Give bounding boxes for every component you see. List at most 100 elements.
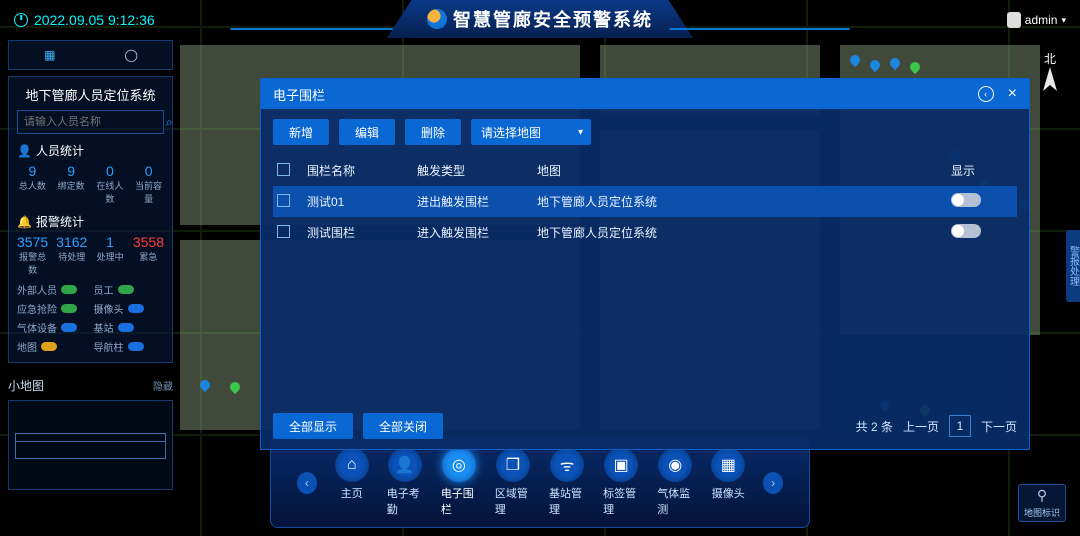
stat-item: 1处理中	[95, 234, 125, 276]
bell-icon: 🔔	[17, 215, 32, 229]
stat-item: 3558累急	[133, 234, 164, 276]
sidebar-tab-grid[interactable]: ▦	[9, 41, 91, 69]
stat-item: 0当前容量	[133, 163, 164, 205]
modal-header: 电子围栏 ‹ ×	[261, 79, 1029, 109]
stat-item: 3575报警总数	[17, 234, 48, 276]
title-wing-right	[660, 28, 850, 46]
show-toggle[interactable]	[951, 193, 981, 207]
table-row[interactable]: 测试01进出触发围栏地下管廊人员定位系统	[273, 186, 1017, 217]
timestamp: 2022.09.05 9:12:36	[14, 12, 155, 28]
sidebar-tab-user[interactable]: ◯	[91, 41, 173, 69]
camera-icon: ▦	[711, 448, 745, 482]
dock-item-label: 摄像头	[712, 485, 745, 501]
alarm-legend: 外部人员员工应急抢险摄像头气体设备基站地图导航柱	[17, 282, 164, 354]
dock-item-layers[interactable]: ❒区域管理	[495, 448, 531, 517]
chevron-down-icon: ▾	[1061, 15, 1066, 26]
compass-label: 北	[1040, 50, 1060, 67]
dock-item-gas[interactable]: ◉气体监测	[657, 448, 693, 517]
sidebar-panel: 地下管廊人员定位系统 ⌕ 👤人员统计 9总人数9绑定数0在线人数0当前容量 🔔报…	[8, 76, 173, 363]
stat-item: 9总人数	[17, 163, 48, 205]
dock-prev-button[interactable]: ‹	[297, 472, 317, 494]
tag-icon: ▣	[604, 448, 638, 482]
sidebar-tabs: ▦ ◯	[8, 40, 173, 70]
pager-next[interactable]: 下一页	[981, 418, 1017, 435]
cell-trigger: 进出触发围栏	[413, 186, 533, 217]
row-checkbox[interactable]	[277, 194, 290, 207]
search-icon[interactable]: ⌕	[166, 115, 173, 130]
checkbox-all[interactable]	[277, 163, 290, 176]
compass-arrow-icon	[1040, 67, 1060, 99]
user-menu[interactable]: admin ▾	[1007, 12, 1066, 28]
cell-name: 测试围栏	[303, 217, 413, 248]
col-trigger: 触发类型	[413, 155, 533, 186]
map-pin[interactable]	[908, 60, 922, 74]
minimap[interactable]	[8, 400, 173, 490]
legend-dot	[118, 323, 134, 332]
delete-button[interactable]: 删除	[405, 119, 461, 145]
minimap-hide-button[interactable]: 隐藏	[153, 378, 173, 393]
show-all-button[interactable]: 全部显示	[273, 413, 353, 439]
col-map: 地图	[533, 155, 947, 186]
legend-item: 基站	[94, 320, 165, 335]
row-checkbox[interactable]	[277, 225, 290, 238]
legend-dot	[61, 323, 77, 332]
dock-item-label: 主页	[341, 485, 363, 501]
fence-modal: 电子围栏 ‹ × 新增 编辑 删除 请选择地图 围栏名称 触发类型 地图 显示 …	[260, 78, 1030, 450]
legend-item: 员工	[94, 282, 165, 297]
col-show: 显示	[947, 155, 1017, 186]
dock-item-label: 气体监测	[657, 485, 693, 517]
dock-next-button[interactable]: ›	[763, 472, 783, 494]
table-row[interactable]: 测试围栏进入触发围栏地下管廊人员定位系统	[273, 217, 1017, 248]
dock-item-camera[interactable]: ▦ 摄像头	[711, 448, 745, 517]
alert-side-tab[interactable]: 警报处理	[1066, 230, 1080, 302]
legend-item: 摄像头	[94, 301, 165, 316]
legend-item: 气体设备	[17, 320, 88, 335]
map-select[interactable]: 请选择地图	[471, 119, 591, 145]
home-icon: ⌂	[335, 448, 369, 482]
map-pin[interactable]	[888, 56, 902, 70]
dock-item-label: 标签管理	[603, 485, 639, 517]
search-input[interactable]	[24, 116, 166, 128]
target-icon: ◎	[442, 448, 476, 482]
dock-item-home[interactable]: ⌂ 主页	[335, 448, 369, 517]
app-logo-icon	[427, 9, 447, 29]
dock-item-label: 区域管理	[495, 485, 531, 517]
person-icon: 👤	[17, 144, 32, 158]
map-legend-button[interactable]: ⚲ 地图标识	[1018, 484, 1066, 522]
legend-dot	[41, 342, 57, 351]
sidebar-title: 地下管廊人员定位系统	[17, 85, 164, 104]
map-pin[interactable]	[848, 53, 862, 67]
show-toggle[interactable]	[951, 224, 981, 238]
personnel-header: 👤人员统计	[17, 142, 164, 159]
dock-item-tag[interactable]: ▣标签管理	[603, 448, 639, 517]
dock-item-antenna[interactable]: ᯤ基站管理	[549, 448, 585, 517]
map-select-placeholder: 请选择地图	[481, 124, 541, 141]
fence-table: 围栏名称 触发类型 地图 显示 测试01进出触发围栏地下管廊人员定位系统测试围栏…	[261, 155, 1029, 403]
close-all-button[interactable]: 全部关闭	[363, 413, 443, 439]
top-bar: 2022.09.05 9:12:36 智慧管廊安全预警系统 admin ▾	[0, 0, 1080, 40]
antenna-icon: ᯤ	[550, 448, 584, 482]
new-button[interactable]: 新增	[273, 119, 329, 145]
search-box[interactable]: ⌕	[17, 110, 164, 134]
pin-icon: ⚲	[1037, 487, 1047, 504]
legend-dot	[128, 304, 144, 313]
pager-page[interactable]: 1	[949, 415, 971, 437]
legend-item: 应急抢险	[17, 301, 88, 316]
map-pin[interactable]	[198, 378, 212, 392]
close-icon[interactable]: ×	[1008, 85, 1017, 103]
map-pin[interactable]	[228, 380, 242, 394]
user-icon: ◯	[125, 48, 138, 62]
back-icon[interactable]: ‹	[978, 86, 994, 102]
modal-toolbar: 新增 编辑 删除 请选择地图	[261, 109, 1029, 155]
app-title-plate: 智慧管廊安全预警系统	[387, 0, 693, 38]
personnel-stats: 9总人数9绑定数0在线人数0当前容量	[17, 163, 164, 205]
layers-icon: ❒	[496, 448, 530, 482]
dock-item-user[interactable]: 👤电子考勤	[387, 448, 423, 517]
edit-button[interactable]: 编辑	[339, 119, 395, 145]
bottom-dock: ‹ ⌂主页👤电子考勤◎电子围栏❒区域管理ᯤ基站管理▣标签管理◉气体监测▦摄像头 …	[270, 437, 810, 528]
map-pin[interactable]	[868, 58, 882, 72]
pager-prev[interactable]: 上一页	[903, 418, 939, 435]
alarm-stats: 3575报警总数3162待处理1处理中3558累急	[17, 234, 164, 276]
dock-item-target[interactable]: ◎电子围栏	[441, 448, 477, 517]
cell-map: 地下管廊人员定位系统	[533, 217, 947, 248]
